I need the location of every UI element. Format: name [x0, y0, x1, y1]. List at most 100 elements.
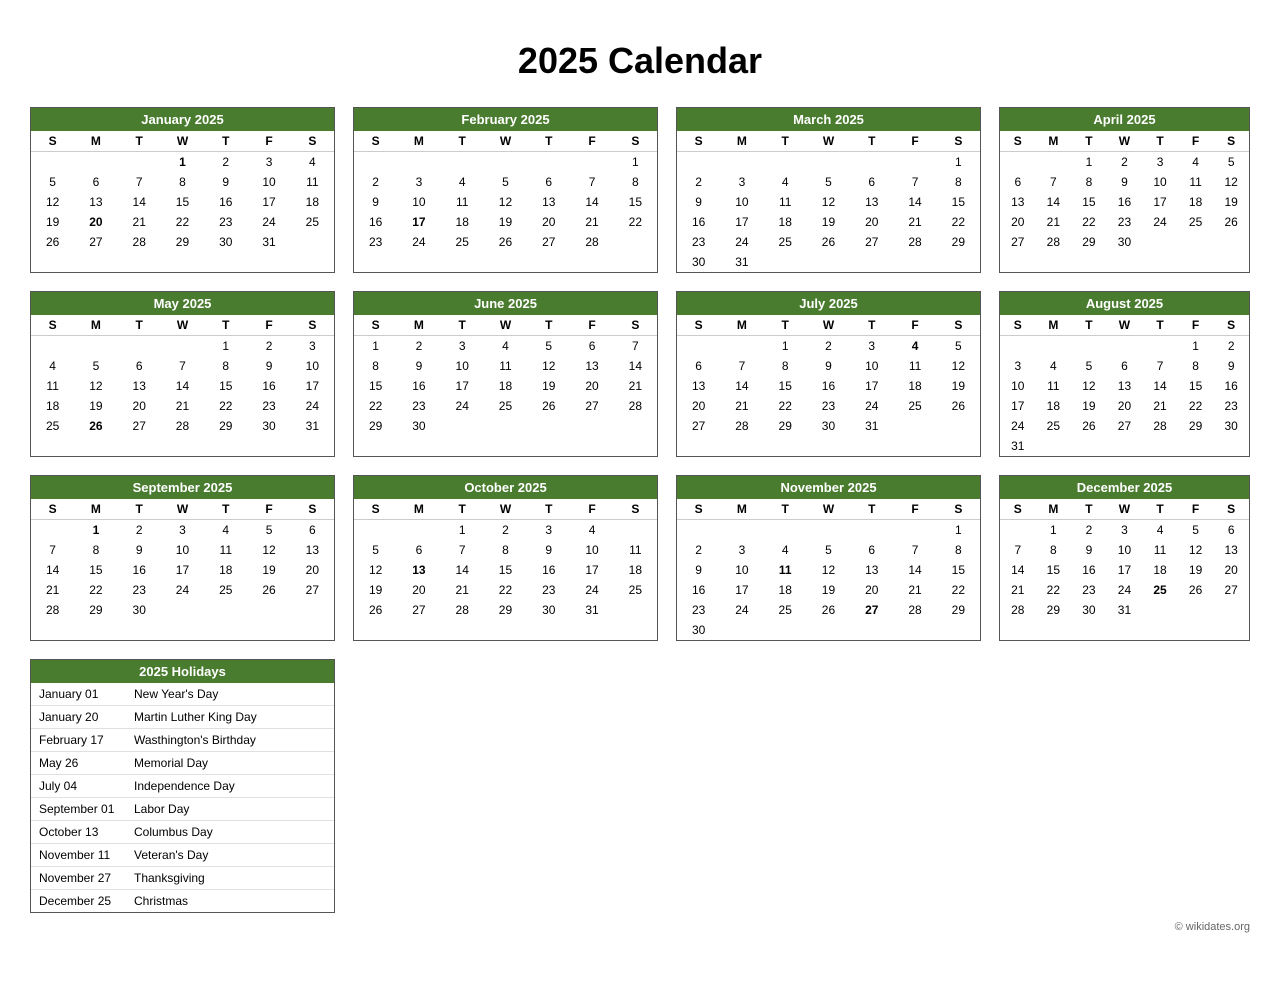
- calendar-day: 19: [1178, 560, 1214, 580]
- calendar-day: 7: [1036, 172, 1072, 192]
- calendar-day: 20: [677, 396, 720, 416]
- weekday-header: S: [614, 315, 657, 336]
- calendar-day: 31: [1000, 436, 1036, 456]
- holiday-date: February 17: [39, 733, 134, 747]
- calendar-day: 4: [893, 336, 936, 357]
- calendar-week-row: 2930: [354, 416, 657, 436]
- calendar-day: 3: [397, 172, 440, 192]
- calendar-day: 7: [893, 172, 936, 192]
- calendar-week-row: 21222324252627: [31, 580, 334, 600]
- calendar-day: [1036, 436, 1072, 456]
- calendar-week-row: 16171819202122: [677, 212, 980, 232]
- calendar-day: 17: [570, 560, 613, 580]
- calendar-day: 12: [807, 560, 850, 580]
- calendar-day: [677, 520, 720, 541]
- calendar-day: 20: [291, 560, 334, 580]
- weekday-header: M: [720, 131, 763, 152]
- weekday-header: F: [893, 131, 936, 152]
- calendar-day: 14: [118, 192, 161, 212]
- weekday-header: W: [1107, 131, 1143, 152]
- calendar-day: [850, 252, 893, 272]
- calendar-day: [397, 152, 440, 173]
- weekday-header: S: [31, 131, 74, 152]
- calendar-day: 28: [1036, 232, 1072, 252]
- calendar-day: 6: [118, 356, 161, 376]
- calendar-day: 2: [247, 336, 290, 357]
- weekday-header: M: [1036, 131, 1072, 152]
- calendar-day: 27: [1107, 416, 1143, 436]
- calendar-day: 3: [720, 172, 763, 192]
- calendar-week-row: 9101112131415: [677, 192, 980, 212]
- month-table-7: SMTWTFS123456789101112131415161718192021…: [677, 315, 980, 436]
- calendar-day: 17: [720, 212, 763, 232]
- calendar-day: 8: [354, 356, 397, 376]
- calendar-day: 1: [937, 520, 980, 541]
- calendar-week-row: 9101112131415: [354, 192, 657, 212]
- calendar-day: [31, 520, 74, 541]
- calendar-day: 13: [1213, 540, 1249, 560]
- calendar-week-row: 232425262728: [354, 232, 657, 252]
- calendar-day: [850, 620, 893, 640]
- calendar-day: 16: [677, 212, 720, 232]
- weekday-header: M: [74, 315, 117, 336]
- calendar-day: 12: [247, 540, 290, 560]
- calendar-day: 19: [1071, 396, 1107, 416]
- calendar-day: 22: [614, 212, 657, 232]
- calendar-week-row: 14151617181920: [1000, 560, 1249, 580]
- calendar-day: 20: [74, 212, 117, 232]
- calendar-day: 30: [677, 620, 720, 640]
- weekday-header: S: [937, 131, 980, 152]
- calendar-day: 3: [441, 336, 484, 357]
- calendar-day: 13: [850, 560, 893, 580]
- calendar-day: [31, 336, 74, 357]
- calendar-day: 15: [74, 560, 117, 580]
- calendar-day: 26: [1071, 416, 1107, 436]
- calendar-day: [1178, 232, 1214, 252]
- weekday-header: F: [893, 499, 936, 520]
- calendar-day: 29: [937, 600, 980, 620]
- calendar-day: 22: [937, 212, 980, 232]
- weekday-header: S: [354, 315, 397, 336]
- calendar-day: 4: [1036, 356, 1072, 376]
- calendar-day: 18: [764, 580, 807, 600]
- calendar-day: 26: [74, 416, 117, 436]
- weekday-header: M: [397, 315, 440, 336]
- calendar-week-row: 1: [354, 152, 657, 173]
- calendar-day: 3: [850, 336, 893, 357]
- calendar-day: 25: [764, 232, 807, 252]
- calendar-day: 28: [31, 600, 74, 620]
- calendar-day: 21: [1142, 396, 1178, 416]
- calendar-day: 22: [1036, 580, 1072, 600]
- calendar-day: 8: [614, 172, 657, 192]
- calendar-day: 28: [118, 232, 161, 252]
- weekday-header: F: [247, 499, 290, 520]
- weekday-header: S: [291, 131, 334, 152]
- calendar-day: [893, 520, 936, 541]
- calendar-day: 18: [484, 376, 527, 396]
- holiday-date: January 01: [39, 687, 134, 701]
- calendar-day: 4: [291, 152, 334, 173]
- calendar-day: 25: [31, 416, 74, 436]
- calendar-day: 21: [118, 212, 161, 232]
- calendar-day: 6: [1000, 172, 1036, 192]
- calendar-day: 21: [1000, 580, 1036, 600]
- calendar-day: [807, 252, 850, 272]
- calendar-day: 13: [1000, 192, 1036, 212]
- calendar-day: [677, 336, 720, 357]
- weekday-header: F: [247, 131, 290, 152]
- calendar-day: 26: [807, 232, 850, 252]
- calendar-day: 1: [614, 152, 657, 173]
- calendar-day: 8: [764, 356, 807, 376]
- calendar-day: 9: [118, 540, 161, 560]
- calendar-day: 11: [291, 172, 334, 192]
- calendar-day: 25: [893, 396, 936, 416]
- calendar-day: 22: [204, 396, 247, 416]
- calendar-day: 30: [677, 252, 720, 272]
- calendar-day: 14: [570, 192, 613, 212]
- calendar-day: [893, 252, 936, 272]
- weekday-header: F: [1178, 499, 1214, 520]
- calendar-day: 12: [1071, 376, 1107, 396]
- calendar-week-row: 28293031: [1000, 600, 1249, 620]
- calendar-day: 6: [1213, 520, 1249, 541]
- month-block-12: December 2025SMTWTFS12345678910111213141…: [999, 475, 1250, 641]
